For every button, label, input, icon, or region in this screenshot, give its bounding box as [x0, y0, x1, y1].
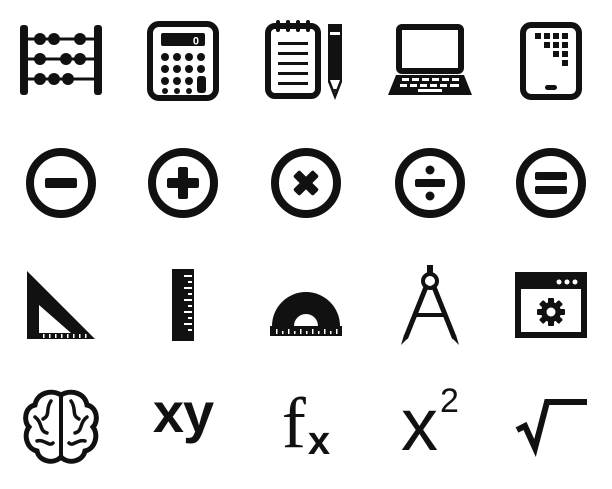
math-icon-set: 0 xy f x x 2	[0, 0, 612, 489]
settings-window-icon	[496, 250, 606, 360]
function-x-text: x	[307, 419, 331, 463]
xy-text: xy	[152, 381, 214, 444]
xy-variables-icon: xy	[128, 372, 238, 482]
calculator-display: 0	[193, 36, 199, 48]
x-squared-exponent-text: 2	[440, 382, 459, 420]
notepad-pencil-icon	[251, 6, 361, 116]
minus-icon	[6, 128, 116, 238]
x-squared-icon: x 2	[375, 372, 485, 482]
multiply-icon	[251, 128, 361, 238]
set-square-icon	[6, 250, 116, 360]
compass-icon	[375, 250, 485, 360]
function-icon: f x	[251, 372, 361, 482]
x-squared-base-text: x	[401, 383, 439, 466]
calculator-icon: 0	[128, 6, 238, 116]
abacus-icon	[6, 6, 116, 116]
plus-icon	[128, 128, 238, 238]
laptop-icon	[375, 6, 485, 116]
tablet-icon	[496, 6, 606, 116]
square-root-icon	[496, 372, 606, 482]
ruler-icon	[128, 250, 238, 360]
equals-icon	[496, 128, 606, 238]
divide-icon	[375, 128, 485, 238]
brain-icon	[6, 372, 116, 482]
protractor-icon	[251, 250, 361, 360]
function-f-text: f	[281, 383, 306, 463]
